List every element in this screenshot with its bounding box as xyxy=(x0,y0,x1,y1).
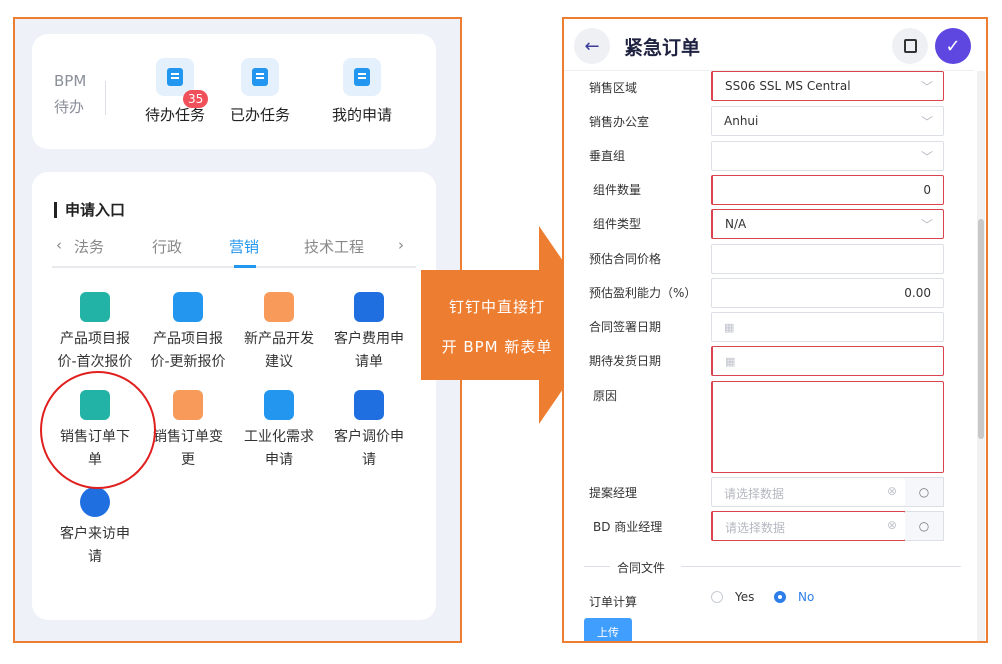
urgent-order-form: ← 紧急订单 ✓ 销售区域 SS06 SSL MS Central ﹀ 销售办公室… xyxy=(562,17,988,643)
edit-document-icon xyxy=(343,58,381,96)
bpm-done-tasks[interactable]: 已办任务 xyxy=(217,58,303,125)
bpm-todo-card: BPM 待办 待办任务 35 已办任务 我的申请 xyxy=(32,34,436,149)
est-profitability-input[interactable]: 0.00 xyxy=(711,278,944,308)
search-icon: ○ xyxy=(918,485,930,499)
highlight-circle xyxy=(40,371,156,489)
bpm-my-requests[interactable]: 我的申请 xyxy=(319,58,405,125)
form-scrollbar-thumb[interactable] xyxy=(978,219,984,439)
section-divider-left xyxy=(584,566,610,567)
bpm-pending-tasks[interactable]: 待办任务 35 xyxy=(132,58,218,125)
chevron-down-icon: ﹀ xyxy=(920,80,933,94)
field-label-contract-sign-date: 合同签署日期 xyxy=(589,320,662,334)
bd-manager-input[interactable]: 请选择数据 ⊗ xyxy=(711,511,906,541)
clear-icon[interactable]: ⊗ xyxy=(887,518,897,532)
arrow-caption-line1: 钉钉中直接打 xyxy=(448,298,545,316)
form-title: 紧急订单 xyxy=(624,37,701,59)
save-icon xyxy=(903,39,917,53)
app-customer-visit[interactable]: 客户来访申请 xyxy=(49,487,141,569)
submit-button[interactable]: ✓ xyxy=(935,28,971,64)
bd-manager-search-button[interactable]: ○ xyxy=(905,511,944,541)
radio-unchecked-icon xyxy=(711,591,723,603)
chevron-down-icon: ﹀ xyxy=(920,218,933,232)
price-tag-icon xyxy=(354,390,384,420)
chevron-down-icon: ﹀ xyxy=(920,115,933,129)
form-header: ← 紧急订单 ✓ xyxy=(564,19,974,71)
entry-title: 申请入口 xyxy=(54,202,125,218)
est-contract-price-input[interactable] xyxy=(711,244,944,274)
edit-form-icon xyxy=(173,390,203,420)
field-label-est-profitability: 预估盈利能力（%） xyxy=(589,286,697,300)
calendar-icon: ▦ xyxy=(725,355,736,368)
save-button[interactable] xyxy=(892,28,928,64)
field-label-sales-office: 销售办公室 xyxy=(589,115,650,129)
tab-engineering[interactable]: 技术工程 xyxy=(304,236,364,257)
field-label-vertical-group: 垂直组 xyxy=(589,149,626,163)
lock-icon xyxy=(264,390,294,420)
arrow-left-icon: ← xyxy=(584,35,600,57)
app-quote-update[interactable]: 产品项目报 价-更新报价 xyxy=(142,292,234,374)
section-divider-right xyxy=(681,566,961,567)
proposal-manager-input[interactable]: 请选择数据 ⊗ xyxy=(711,477,906,507)
app-quote-first[interactable]: 产品项目报 价-首次报价 xyxy=(49,292,141,374)
contract-files-section: 合同文件 xyxy=(617,561,666,575)
sales-office-select[interactable]: Anhui ﹀ xyxy=(711,106,944,136)
tabs-prev-icon[interactable]: ‹ xyxy=(56,236,62,254)
tabs-next-icon[interactable]: › xyxy=(398,236,404,254)
person-card-icon xyxy=(354,292,384,322)
clipboard-check-icon xyxy=(241,58,279,96)
bpm-divider xyxy=(105,81,106,115)
dingtalk-workbench-panel: BPM 待办 待办任务 35 已办任务 我的申请 申请入口 ‹ 法务 行政 营销… xyxy=(13,17,462,643)
app-customer-expense[interactable]: 客户费用申 请单 xyxy=(323,292,415,374)
field-label-component-type: 组件类型 xyxy=(593,217,642,231)
pending-count-badge: 35 xyxy=(183,90,209,108)
field-label-order-calc: 订单计算 xyxy=(589,595,638,609)
upload-button[interactable]: 上传 xyxy=(584,618,632,641)
expected-ship-date-picker[interactable]: ▦ xyxy=(711,346,944,376)
tab-admin[interactable]: 行政 xyxy=(152,236,182,257)
folder-icon xyxy=(80,292,110,322)
field-label-bd-manager: BD 商业经理 xyxy=(593,520,663,534)
field-label-expected-ship-date: 期待发货日期 xyxy=(589,354,662,368)
vertical-group-select[interactable]: ﹀ xyxy=(711,141,944,171)
field-label-est-contract-price: 预估合同价格 xyxy=(589,252,662,266)
tab-legal[interactable]: 法务 xyxy=(74,236,104,257)
field-label-sales-region: 销售区域 xyxy=(589,81,638,95)
visitor-icon xyxy=(80,487,110,517)
app-new-product[interactable]: 新产品开发 建议 xyxy=(233,292,325,374)
radio-checked-icon xyxy=(774,591,786,603)
active-tab-indicator xyxy=(234,265,256,268)
calendar-icon: ▦ xyxy=(724,321,735,334)
sales-region-select[interactable]: SS06 SSL MS Central ﹀ xyxy=(711,71,944,101)
field-label-reason: 原因 xyxy=(593,389,618,403)
contract-sign-date-picker[interactable]: ▦ xyxy=(711,312,944,342)
order-calc-yes-radio[interactable]: Yes xyxy=(711,590,754,604)
search-icon: ○ xyxy=(918,519,930,533)
tab-marketing[interactable]: 营销 xyxy=(229,236,259,257)
entry-tabs: ‹ 法务 行政 营销 技术工程 › xyxy=(52,234,416,268)
arrow-caption-line2: 开 BPM 新表单 xyxy=(441,338,553,356)
chevron-down-icon: ﹀ xyxy=(920,150,933,164)
check-icon: ✓ xyxy=(945,35,961,57)
component-qty-input[interactable]: 0 xyxy=(711,175,944,205)
bpm-label: BPM 待办 xyxy=(54,72,87,116)
proposal-manager-search-button[interactable]: ○ xyxy=(905,477,944,507)
order-calc-no-radio[interactable]: No xyxy=(774,590,814,604)
lock-icon xyxy=(173,292,203,322)
reason-textarea[interactable] xyxy=(711,381,944,473)
field-label-proposal-manager: 提案经理 xyxy=(589,486,638,500)
component-type-select[interactable]: N/A ﹀ xyxy=(711,209,944,239)
back-button[interactable]: ← xyxy=(574,28,610,64)
clear-icon[interactable]: ⊗ xyxy=(887,484,897,498)
field-label-component-qty: 组件数量 xyxy=(593,183,642,197)
app-price-adjust[interactable]: 客户调价申请 xyxy=(323,390,415,472)
box-icon xyxy=(264,292,294,322)
app-industrialization[interactable]: 工业化需求 申请 xyxy=(233,390,325,472)
